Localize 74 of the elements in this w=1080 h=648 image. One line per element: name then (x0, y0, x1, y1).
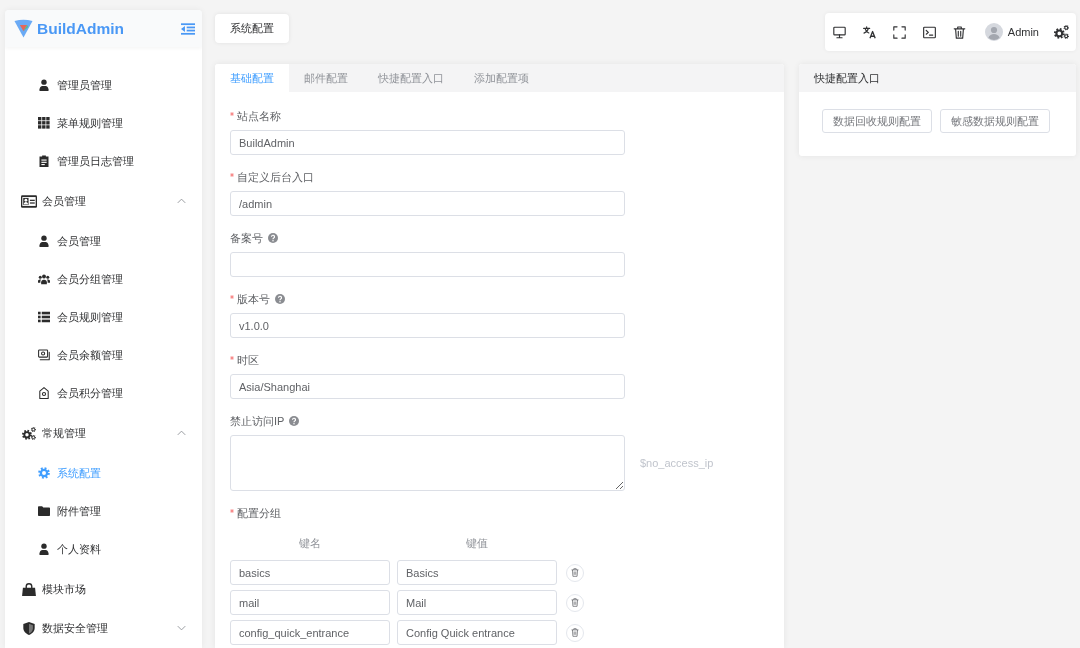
user-icon (38, 235, 50, 247)
text-field[interactable]: BuildAdmin (230, 130, 625, 155)
logo-icon (14, 19, 33, 38)
text-field[interactable]: v1.0.0 (230, 313, 625, 338)
user-icon (38, 543, 50, 555)
menu-item[interactable]: 会员规则管理 (5, 298, 202, 336)
list-icon (38, 311, 50, 323)
field-label: 版本号 (237, 291, 270, 307)
shield-icon (21, 621, 37, 635)
menu-group[interactable]: 常规管理 (5, 412, 202, 454)
user-name[interactable]: Admin (1007, 26, 1039, 38)
users-icon (38, 273, 50, 285)
value-field[interactable]: Config Quick entrance (397, 620, 557, 645)
translate-icon[interactable] (863, 25, 877, 39)
bag-icon (21, 582, 37, 596)
key-field[interactable]: mail (230, 590, 390, 615)
menu-item[interactable]: 管理员管理 (5, 66, 202, 104)
text-field[interactable] (230, 252, 625, 277)
menu-item[interactable]: 模块市场 (5, 568, 202, 610)
column-header: 键值 (465, 536, 489, 551)
clipboard-icon (38, 155, 50, 167)
field-label: 配置分组 (237, 505, 281, 521)
menu-item[interactable]: 会员管理 (5, 222, 202, 260)
field-tip: $no_access_ip (640, 457, 714, 469)
menu-item[interactable]: 个人资料 (5, 530, 202, 568)
key-field[interactable]: basics (230, 560, 390, 585)
delete-button[interactable] (566, 623, 584, 642)
settings-icon (38, 467, 50, 479)
menu-group[interactable]: 会员管理 (5, 180, 202, 222)
help-icon[interactable] (289, 416, 300, 426)
menu-icon[interactable] (181, 22, 195, 35)
help-icon[interactable] (275, 294, 285, 304)
id-card-icon (21, 194, 37, 208)
menu-item[interactable]: 菜单规则管理 (5, 104, 202, 142)
delete-button[interactable] (566, 593, 584, 612)
banknote-icon (38, 349, 50, 361)
folder-icon (38, 505, 50, 517)
monitor-icon[interactable] (833, 25, 847, 39)
trash-icon (571, 598, 579, 607)
avatar-icon[interactable] (984, 23, 1003, 41)
help-icon[interactable] (268, 233, 278, 243)
gears-icon (21, 426, 37, 440)
fullscreen-icon[interactable] (893, 25, 907, 39)
grid-icon (38, 117, 50, 129)
menu-item[interactable]: 会员分组管理 (5, 260, 202, 298)
card-header: 快捷配置入口 (799, 64, 1076, 92)
trash-icon[interactable] (953, 25, 967, 39)
field-label: 禁止访问IP (230, 413, 285, 429)
trash-icon (571, 628, 579, 637)
menu-item[interactable]: 附件管理 (5, 492, 202, 530)
text-field[interactable]: Asia/Shanghai (230, 374, 625, 399)
shortcut-button[interactable]: 敏感数据规则配置 (940, 109, 1050, 133)
menu-item[interactable]: 会员余额管理 (5, 336, 202, 374)
key-field[interactable]: config_quick_entrance (230, 620, 390, 645)
delete-button[interactable] (566, 563, 584, 582)
menu-item[interactable]: 管理员日志管理 (5, 142, 202, 180)
field-label: 站点名称 (237, 108, 281, 124)
user-icon (38, 79, 50, 91)
column-header: 键名 (298, 536, 322, 551)
settings-icon[interactable] (1053, 25, 1069, 39)
field-label: 备案号 (230, 230, 263, 246)
trash-icon (571, 568, 579, 577)
field-label: 自定义后台入口 (237, 169, 314, 185)
page-tab[interactable]: 系统配置 (215, 14, 289, 43)
text-field[interactable]: /admin (230, 191, 625, 216)
logo-text: BuildAdmin (37, 19, 124, 38)
menu-item[interactable]: 会员积分管理 (5, 374, 202, 412)
tag-icon (38, 387, 50, 399)
value-field[interactable]: Basics (397, 560, 557, 585)
shortcut-button[interactable]: 数据回收规则配置 (822, 109, 932, 133)
terminal-icon[interactable] (923, 25, 937, 39)
field-label: 时区 (237, 352, 259, 368)
value-field[interactable]: Mail (397, 590, 557, 615)
menu-group[interactable]: 数据安全管理 (5, 610, 202, 646)
